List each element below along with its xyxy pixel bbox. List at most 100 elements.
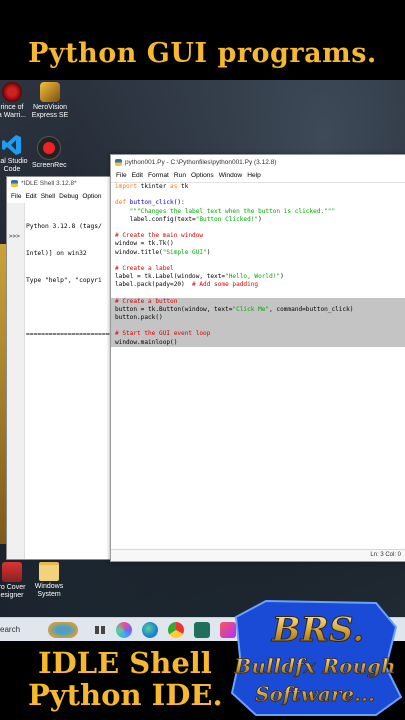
chrome-icon[interactable] <box>168 622 184 638</box>
code-token: button.pack() <box>115 314 163 321</box>
shell-menu-edit[interactable]: Edit <box>25 193 36 200</box>
code-line[interactable]: # Start the GUI event loop <box>111 330 405 339</box>
code-editor[interactable]: import tkinter as tk def button_click():… <box>111 183 405 347</box>
shell-prompt-gutter: >>> <box>7 203 25 559</box>
edge-icon[interactable] <box>142 622 158 638</box>
editor-menu-help[interactable]: Help <box>247 172 261 179</box>
shell-menu-debug[interactable]: Debug <box>59 193 78 200</box>
code-line[interactable] <box>115 257 405 265</box>
code-line[interactable]: """Changes the label text when the butto… <box>115 208 405 216</box>
shell-menubar: File Edit Shell Debug Option <box>7 191 127 203</box>
code-token: button = tk.Button(window, text= <box>115 305 233 313</box>
code-line[interactable]: window = tk.Tk() <box>115 240 405 248</box>
code-line[interactable]: button.pack() <box>111 314 405 323</box>
logo-text-line2: Bulldfx Rough <box>233 654 395 678</box>
desktop-icon-vscode[interactable]: ual Studio Code <box>0 134 30 174</box>
code-token-cm: # Add some padding <box>192 281 259 289</box>
nero-icon <box>40 82 60 102</box>
code-line[interactable]: label = tk.Label(window, text="Hello, Wo… <box>115 273 405 281</box>
code-line[interactable]: def button_click(): <box>115 199 405 207</box>
code-line[interactable]: label.config(text="Button Clicked!") <box>115 216 405 224</box>
code-token-kw: import <box>115 183 138 190</box>
banner-line-2: Python IDE. <box>28 678 223 712</box>
icon-label: System <box>37 591 61 598</box>
editor-menu-file[interactable]: File <box>116 172 127 179</box>
editor-menu-run[interactable]: Run <box>174 172 186 179</box>
python-icon <box>115 158 122 166</box>
shell-menu-shell[interactable]: Shell <box>41 193 55 200</box>
code-line[interactable]: import tkinter as tk <box>115 183 405 191</box>
code-token: tkinter <box>137 183 171 190</box>
editor-menu-options[interactable]: Options <box>191 172 214 179</box>
desktop-icon-prince-of-persia[interactable]: rince of a Warri... <box>0 82 30 120</box>
code-line[interactable] <box>115 289 405 297</box>
code-token: window.title( <box>115 248 163 256</box>
code-token-kw: def <box>115 199 127 207</box>
icon-label: rince of <box>0 104 24 111</box>
desktop-icon-cover-designer[interactable]: ro Cover esigner <box>0 562 30 600</box>
code-line[interactable]: # Create a label <box>115 265 405 273</box>
shell-menu-file[interactable]: File <box>11 193 21 200</box>
editor-title: python001.Py - C:\Pythonfiles\python001.… <box>125 159 277 166</box>
copilot-icon[interactable] <box>116 622 132 638</box>
task-view-icon[interactable] <box>92 622 108 638</box>
code-token-str: "Simple GUI" <box>162 248 207 256</box>
editor-titlebar[interactable]: python001.Py - C:\Pythonfiles\python001.… <box>111 155 405 170</box>
code-token: window = tk.Tk() <box>115 240 174 248</box>
icon-label: Express SE <box>31 112 69 119</box>
code-token-fn: button_click <box>129 199 174 207</box>
code-token: window.mainloop() <box>115 338 178 346</box>
code-line[interactable] <box>111 322 405 331</box>
editor-menu-format[interactable]: Format <box>148 172 169 179</box>
icon-label: Code <box>3 166 21 173</box>
code-line[interactable]: label.pack(pady=20) # Add some padding <box>115 281 405 289</box>
code-line[interactable] <box>115 191 405 199</box>
code-line[interactable]: # Create the main window <box>115 232 405 240</box>
code-token: label.config(text= <box>115 215 196 223</box>
code-line[interactable]: # Create a button <box>111 297 405 306</box>
code-line[interactable]: window.mainloop() <box>111 338 405 347</box>
editor-menu-edit[interactable]: Edit <box>132 172 143 179</box>
shell-titlebar[interactable]: *IDLE Shell 3.12.8* <box>7 177 127 191</box>
code-line[interactable]: button = tk.Button(window, text="Click M… <box>111 305 405 314</box>
editor-menubar: File Edit Format Run Options Window Help <box>111 170 405 183</box>
icon-label: esigner <box>0 592 24 599</box>
code-token: (): <box>173 199 185 207</box>
brs-logo: BRS. Bulldfx Rough Software... <box>230 599 403 716</box>
logo-text-line3: Software... <box>255 682 375 706</box>
editor-statusbar: Ln: 3 Col: 0 <box>111 549 405 561</box>
shell-menu-options[interactable]: Option <box>82 193 101 200</box>
cover-designer-icon <box>2 562 22 582</box>
code-token-str: "Hello, World!" <box>225 273 281 281</box>
desktop-icon-windows-system[interactable]: Windows System <box>32 562 66 599</box>
game-icon <box>2 82 22 102</box>
folder-icon <box>39 562 59 581</box>
vscode-icon <box>2 134 22 156</box>
shell-title: *IDLE Shell 3.12.8* <box>21 180 77 187</box>
icon-label: a Warri... <box>0 112 27 119</box>
taskbar-search[interactable]: earch <box>0 622 40 638</box>
code-token-cm: # Start the GUI event loop <box>115 330 211 338</box>
icon-label: ro Cover <box>0 584 26 591</box>
app-icon[interactable] <box>194 622 210 638</box>
code-token: label.pack(pady=20) <box>115 281 193 289</box>
desktop-icon-nerovision[interactable]: NeroVision Express SE <box>30 82 70 120</box>
code-token: ) <box>206 248 211 256</box>
code-token: tk <box>177 183 189 190</box>
code-line[interactable] <box>115 224 405 232</box>
icon-label: NeroVision <box>32 104 68 111</box>
icon-label: ScreenRec <box>32 162 67 169</box>
code-token-str: "Click Me" <box>232 305 270 313</box>
code-line[interactable]: window.title("Simple GUI") <box>115 249 405 257</box>
desktop-icon-screenrec[interactable]: ScreenRec <box>32 136 67 170</box>
code-token: ) <box>280 273 284 281</box>
record-icon <box>37 136 61 160</box>
widgets-icon[interactable] <box>48 622 78 638</box>
code-token-str: "Button Clicked!" <box>195 215 259 223</box>
icon-label: Windows <box>34 583 64 590</box>
code-token-cm: # Create a label <box>115 264 174 272</box>
banner-title: Python GUI programs. <box>28 38 377 69</box>
editor-window[interactable]: python001.Py - C:\Pythonfiles\python001.… <box>110 154 405 562</box>
logo-text-brs: BRS. <box>271 610 364 650</box>
editor-menu-window[interactable]: Window <box>219 172 242 179</box>
